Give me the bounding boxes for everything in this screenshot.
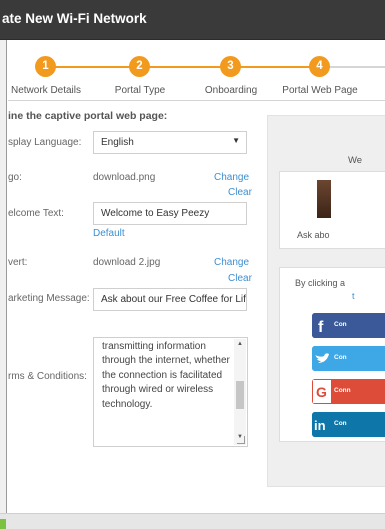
window-title: ate New Wi-Fi Network [2,11,147,26]
connect-twitter-button[interactable]: Con [312,346,385,371]
bottom-bar [0,513,385,529]
terms-label: rms & Conditions: [8,371,87,382]
left-edge [0,40,7,529]
preview-terms-text: By clicking a [295,278,346,288]
portal-preview: We Ask abo By clicking a t f Con Con G C… [267,115,385,487]
svg-text:f: f [318,319,324,336]
marketing-message-value: Ask about our Free Coffee for Life [101,294,247,305]
scrollbar-thumb[interactable] [236,381,244,409]
connect-facebook-label: Con [334,321,347,328]
resize-grip-icon[interactable] [237,436,245,444]
step-1-dot[interactable]: 1 [35,56,56,77]
welcome-text-value: Welcome to Easy Peezy [101,208,210,219]
connect-linkedin-label: Con [334,420,347,427]
twitter-icon [312,346,332,371]
linkedin-icon: in [312,412,332,437]
welcome-text-input[interactable]: Welcome to Easy Peezy [93,202,247,225]
stepper-divider [8,100,385,101]
logo-filename: download.png [93,172,156,183]
step-4-label[interactable]: Portal Web Page [282,85,357,96]
connect-google-label: Conn [334,387,351,394]
step-3-label[interactable]: Onboarding [205,85,257,96]
connect-twitter-label: Con [334,354,347,361]
logo-change-link[interactable]: Change [214,172,249,183]
step-2-dot[interactable]: 2 [129,56,150,77]
google-icon: G [312,379,332,404]
advert-filename: download 2.jpg [93,257,161,268]
welcome-default-link[interactable]: Default [93,228,125,239]
terms-text: transmitting information through the int… [102,341,230,410]
advert-clear-link[interactable]: Clear [228,273,252,284]
welcome-text-label: elcome Text: [8,208,64,219]
terms-textarea[interactable]: transmitting information through the int… [93,337,248,447]
logo-clear-link[interactable]: Clear [228,187,252,198]
terms-scrollbar[interactable]: ▲ ▼ [234,339,246,445]
display-language-value: English [101,137,134,148]
preview-login-card: By clicking a t f Con Con G Conn in Con [279,267,385,442]
facebook-icon: f [312,313,332,338]
svg-text:in: in [314,418,326,433]
stepper-line [40,66,320,68]
step-1-label[interactable]: Network Details [11,85,81,96]
step-3-dot[interactable]: 3 [220,56,241,77]
connect-linkedin-button[interactable]: in Con [312,412,385,437]
advert-label: vert: [8,257,28,268]
section-title: ine the captive portal web page: [8,110,168,122]
title-bar: ate New Wi-Fi Network [0,0,385,40]
logo-label: go: [8,172,22,183]
scroll-up-icon[interactable]: ▲ [234,341,246,347]
step-2-label[interactable]: Portal Type [115,85,165,96]
bottom-accent [0,519,6,529]
preview-marketing-text: Ask abo [297,230,330,240]
marketing-message-input[interactable]: Ask about our Free Coffee for Life [93,288,247,311]
preview-welcome-text: We [348,155,363,166]
preview-advert-image [317,180,331,218]
step-4-dot[interactable]: 4 [309,56,330,77]
chevron-down-icon: ▼ [232,136,240,145]
window: ate New Wi-Fi Network 1 2 3 4 Network De… [0,0,385,529]
display-language-label: splay Language: [8,137,82,148]
advert-change-link[interactable]: Change [214,257,249,268]
preview-advert-card: Ask abo [279,171,385,249]
marketing-message-label: arketing Message: [8,293,90,304]
svg-text:G: G [316,384,327,400]
connect-google-button[interactable]: G Conn [312,379,385,404]
preview-terms-link[interactable]: t [352,291,355,301]
connect-facebook-button[interactable]: f Con [312,313,385,338]
display-language-select[interactable]: English ▼ [93,131,247,154]
